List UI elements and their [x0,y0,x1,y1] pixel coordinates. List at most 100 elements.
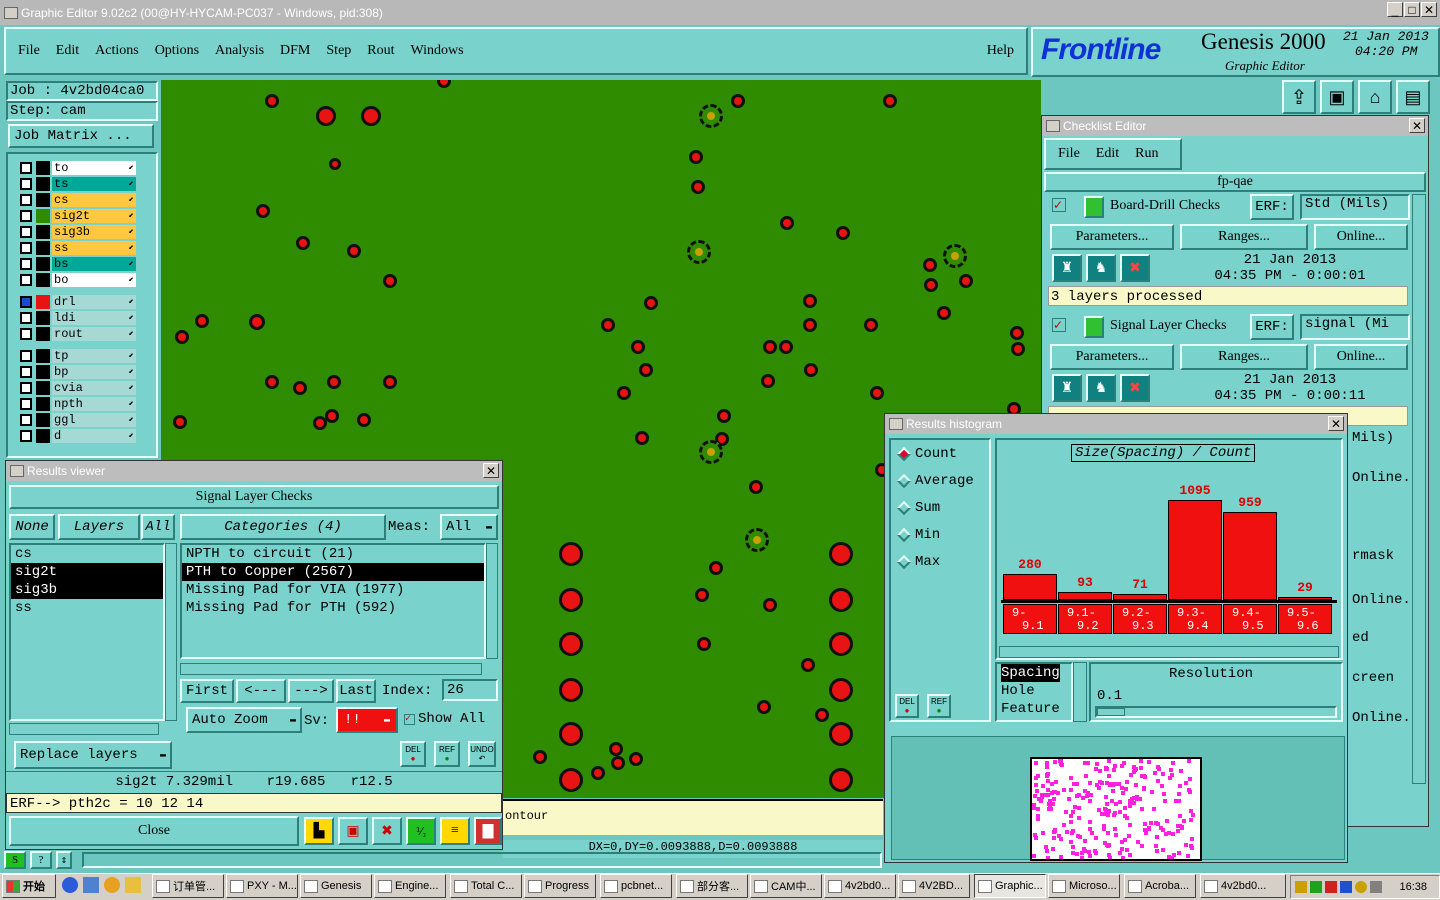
layer-color-swatch[interactable] [36,349,50,363]
taskbar-item[interactable]: Progress [524,874,596,898]
result-category-item[interactable]: Missing Pad for VIA (1977) [182,581,484,599]
histogram-bar[interactable] [1113,594,1167,600]
layer-row-d[interactable]: d [20,428,136,444]
del-button[interactable]: DEL ● [400,741,426,767]
taskbar-item[interactable]: CAM中... [750,874,822,898]
histogram-by-list[interactable]: Spacing Hole Feature [995,662,1073,722]
layer-color-swatch[interactable] [36,397,50,411]
spin-icon[interactable]: ⇕ [56,851,72,869]
window-icon[interactable]: ▤ [1396,80,1430,114]
layer-checkbox[interactable] [20,398,32,410]
checklist-menu-edit[interactable]: Edit [1096,146,1119,162]
layer-row-to[interactable]: to [20,160,136,176]
checklist-menu-run[interactable]: Run [1135,146,1158,162]
layer-row-rout[interactable]: rout [20,326,136,342]
menu-help[interactable]: Help [987,43,1014,59]
tray-icon[interactable] [1340,881,1352,893]
item-parameters-button[interactable]: Parameters... [1050,344,1174,370]
export-icon[interactable]: ⇪ [1282,80,1316,114]
by-feature[interactable]: Feature [1001,700,1071,718]
histogram-bar[interactable] [1003,574,1057,600]
layer-color-swatch[interactable] [36,225,50,239]
layer-color-swatch[interactable] [36,365,50,379]
meas-select[interactable]: All ▬ [440,514,498,540]
highlight-icon[interactable]: ▙ [304,817,334,845]
item-erf-button[interactable]: ERF: [1250,194,1294,220]
layer-list-scrollbar[interactable] [165,543,177,721]
checklist-scrollbar[interactable] [1412,194,1426,784]
layer-checkbox[interactable] [20,350,32,362]
taskbar-item[interactable]: Genesis [300,874,372,898]
layer-list-hscroll[interactable] [9,723,159,735]
ref-button[interactable]: REF ● [434,741,460,767]
hist-del-button[interactable]: DEL ● [895,694,919,718]
histogram-hscroll[interactable] [999,646,1339,658]
histogram-close-icon[interactable]: ✕ [1328,416,1344,431]
layer-row-cvia[interactable]: cvia [20,380,136,396]
layer-checkbox[interactable] [20,274,32,286]
categories-tab[interactable]: Categories (4) [180,514,386,540]
layer-checkbox[interactable] [20,194,32,206]
taskbar-item[interactable]: pcbnet... [600,874,672,898]
item-checkbox[interactable]: ✓ [1052,198,1066,212]
last-button[interactable]: Last [336,679,376,703]
category-results-list[interactable]: NPTH to circuit (21) PTH to Copper (2567)… [180,543,486,659]
item-ranges-button[interactable]: Ranges... [1180,344,1308,370]
mode-max-radio[interactable]: Max [891,548,989,575]
ie-icon[interactable] [62,877,78,893]
layer-row-npth[interactable]: npth [20,396,136,412]
index-input[interactable]: 26 [442,679,498,701]
stop-icon[interactable]: ✖ [1120,374,1150,402]
taskbar-item[interactable]: 4v2bd0... [1200,874,1286,898]
item-online-button[interactable]: Online... [1314,344,1408,370]
folder-icon[interactable] [125,877,141,893]
layer-checkbox[interactable] [20,366,32,378]
layer-checkbox[interactable] [20,382,32,394]
by-hole[interactable]: Hole [1001,682,1071,700]
layer-checkbox[interactable] [20,226,32,238]
category-list-scrollbar[interactable] [486,543,498,659]
severity-select[interactable]: !! ▬ [336,707,398,733]
minimize-button[interactable]: _ [1387,2,1403,17]
menu-windows[interactable]: Windows [411,43,464,59]
taskbar-item[interactable]: Graphic... [974,874,1046,898]
layer-results-list[interactable]: cs sig2t sig3b ss [9,543,165,721]
layer-checkbox[interactable] [20,328,32,340]
layer-checkbox[interactable] [20,242,32,254]
all-button[interactable]: All [141,514,175,540]
item-checkbox[interactable]: ✓ [1052,318,1066,332]
results-viewer-close-icon[interactable]: ✕ [483,463,499,478]
run-step-icon[interactable]: ♞ [1086,254,1116,282]
layer-checkbox[interactable] [20,162,32,174]
layer-row-sig3b[interactable]: sig3b [20,224,136,240]
layer-color-swatch[interactable] [36,257,50,271]
menu-dfm[interactable]: DFM [280,43,310,59]
item-erf-button[interactable]: ERF: [1250,314,1294,340]
item-online-button[interactable]: Online... [1314,224,1408,250]
result-layer-item[interactable]: cs [11,545,163,563]
tray-icon[interactable] [1295,881,1307,893]
layer-color-swatch[interactable] [36,241,50,255]
layer-color-swatch[interactable] [36,209,50,223]
result-category-item[interactable]: NPTH to circuit (21) [182,545,484,563]
print-icon[interactable]: ▣ [1320,80,1354,114]
layer-row-ss[interactable]: ss [20,240,136,256]
layer-color-swatch[interactable] [36,177,50,191]
layer-row-cs[interactable]: cs [20,192,136,208]
layer-color-swatch[interactable] [36,429,50,443]
auto-zoom-select[interactable]: Auto Zoom ▬ [186,707,302,733]
tray-icon[interactable] [1370,881,1382,893]
layer-checkbox[interactable] [20,296,32,308]
item-parameters-button[interactable]: Parameters... [1050,224,1174,250]
report-icon[interactable]: ≡ [440,817,470,845]
prev-button[interactable]: <--- [236,679,286,703]
histogram-bar[interactable] [1278,597,1332,600]
run-icon[interactable]: ♜ [1052,374,1082,402]
layer-checkbox[interactable] [20,178,32,190]
result-layer-item[interactable]: sig2t [11,563,163,581]
checklist-close-icon[interactable]: ✕ [1409,118,1425,133]
by-spacing[interactable]: Spacing [1001,664,1060,682]
layer-checkbox[interactable] [20,258,32,270]
layer-checkbox[interactable] [20,210,32,222]
step-icon[interactable]: ⅟₂ [406,817,436,845]
